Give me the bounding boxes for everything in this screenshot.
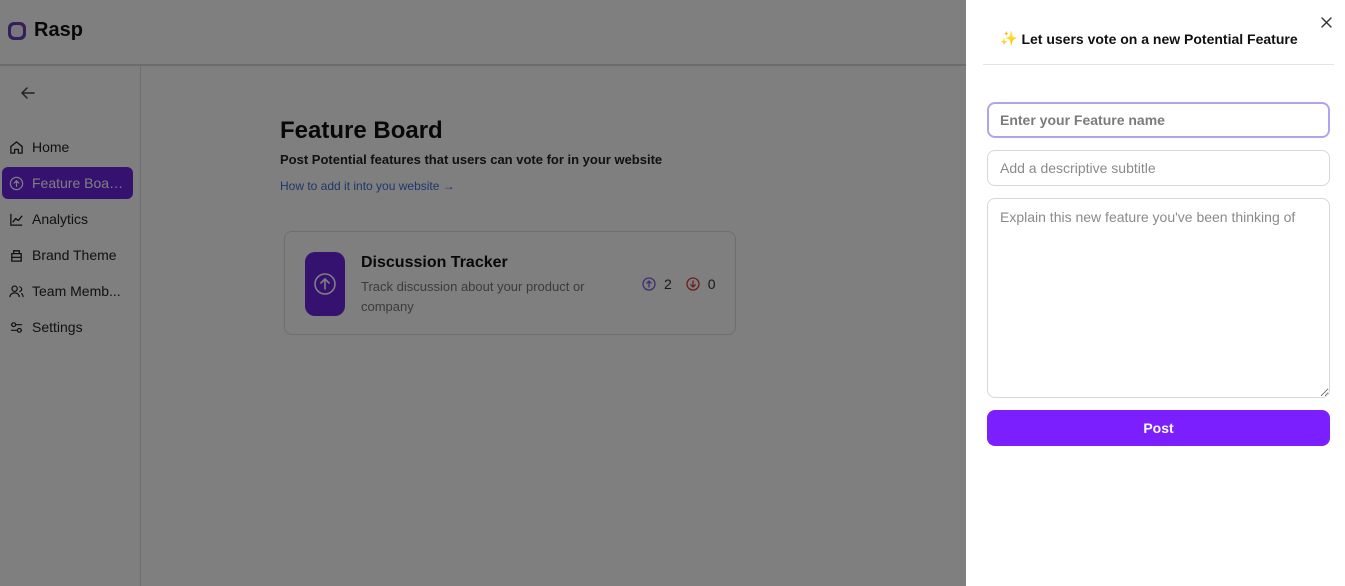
close-button[interactable] [1316, 12, 1336, 32]
app-root: Rasp Home Feature Boards Analytics Brand… [0, 0, 1345, 586]
drawer-title-text: Let users vote on a new Potential Featur… [1021, 30, 1298, 47]
divider [983, 64, 1334, 65]
modal-overlay[interactable] [0, 0, 966, 586]
feature-name-input[interactable] [987, 102, 1330, 138]
feature-subtitle-input[interactable] [987, 150, 1330, 186]
feature-description-textarea[interactable] [987, 198, 1330, 398]
sparkles-icon: ✨ [1000, 30, 1018, 46]
post-button[interactable]: Post [987, 410, 1330, 446]
new-feature-drawer: ✨ Let users vote on a new Potential Feat… [966, 0, 1345, 586]
close-icon [1320, 16, 1332, 28]
drawer-title: ✨ Let users vote on a new Potential Feat… [1000, 30, 1298, 47]
